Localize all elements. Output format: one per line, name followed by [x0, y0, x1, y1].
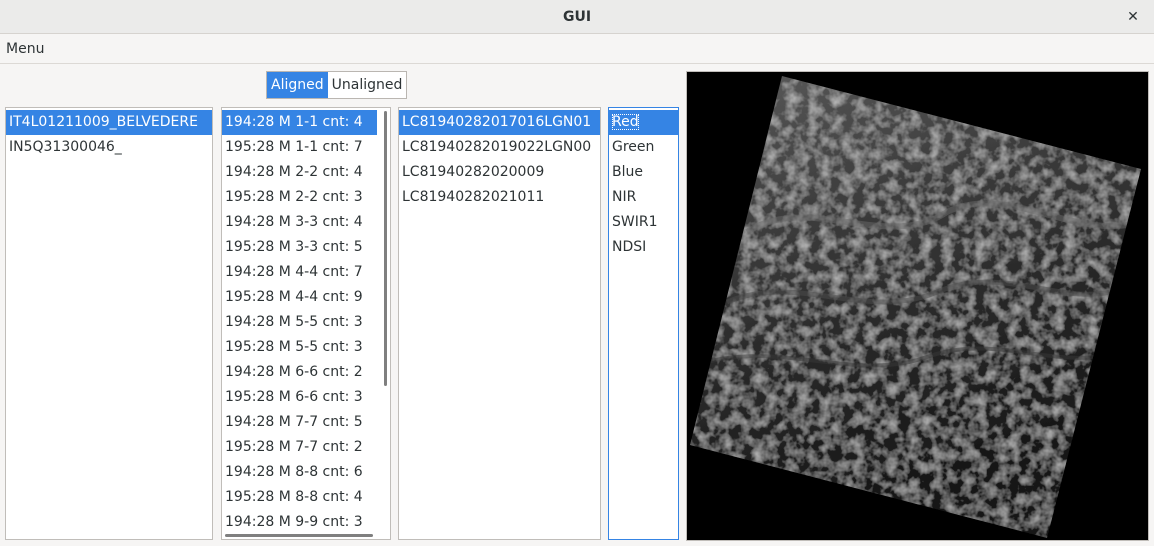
list-item[interactable]: 195:28 M 2-2 cnt: 3: [222, 185, 377, 210]
vertical-scrollbar[interactable]: [384, 111, 387, 386]
list-item-label: LC81940282020009: [402, 164, 545, 180]
list-item[interactable]: 194:28 M 4-4 cnt: 7: [222, 260, 377, 285]
list-item-label: LC81940282017016LGN01: [402, 114, 592, 130]
bands-list[interactable]: Red Green Blue NIR SWIR1 NDSI: [608, 107, 679, 540]
list-item[interactable]: IN5Q31300046_: [6, 135, 212, 160]
list-item[interactable]: 194:28 M 8-8 cnt: 6: [222, 460, 377, 485]
list-item[interactable]: 194:28 M 1-1 cnt: 4: [222, 110, 377, 135]
list-item-label: 195:28 M 6-6 cnt: 3: [225, 389, 363, 405]
scenes-list[interactable]: LC81940282017016LGN01 LC81940282019022LGN…: [398, 107, 601, 540]
list-item[interactable]: 194:28 M 6-6 cnt: 2: [222, 360, 377, 385]
list-item[interactable]: 194:28 M 9-9 cnt: 3: [222, 510, 377, 535]
paths-list[interactable]: 194:28 M 1-1 cnt: 4 195:28 M 1-1 cnt: 7 19…: [221, 107, 391, 540]
aligned-toggle-button[interactable]: Aligned: [267, 72, 328, 98]
image-preview: [686, 71, 1149, 541]
list-item[interactable]: 195:28 M 8-8 cnt: 4: [222, 485, 377, 510]
list-item[interactable]: LC81940282019022LGN00: [399, 135, 600, 160]
list-item-label: 195:28 M 7-7 cnt: 2: [225, 439, 363, 455]
list-item-label: 195:28 M 8-8 cnt: 4: [225, 489, 363, 505]
list-item-label: 195:28 M 3-3 cnt: 5: [225, 239, 363, 255]
sites-list[interactable]: IT4L01211009_BELVEDERE IN5Q31300046_: [5, 107, 213, 540]
list-item-label: 194:28 M 2-2 cnt: 4: [225, 164, 363, 180]
list-item[interactable]: SWIR1: [609, 210, 678, 235]
list-item[interactable]: LC81940282017016LGN01: [399, 110, 600, 135]
list-item-label: 194:28 M 7-7 cnt: 5: [225, 414, 363, 430]
list-item[interactable]: 195:28 M 3-3 cnt: 5: [222, 235, 377, 260]
list-item-label: 195:28 M 4-4 cnt: 9: [225, 289, 363, 305]
list-item[interactable]: Red: [609, 110, 678, 135]
list-item-label: IT4L01211009_BELVEDERE: [9, 114, 198, 130]
list-item[interactable]: 194:28 M 2-2 cnt: 4: [222, 160, 377, 185]
list-item-label: 194:28 M 9-9 cnt: 3: [225, 514, 363, 530]
menu-button[interactable]: Menu: [6, 41, 44, 57]
list-item[interactable]: NDSI: [609, 235, 678, 260]
list-item[interactable]: 194:28 M 7-7 cnt: 5: [222, 410, 377, 435]
list-item[interactable]: LC81940282021011: [399, 185, 600, 210]
list-item-label: 195:28 M 2-2 cnt: 3: [225, 189, 363, 205]
list-item[interactable]: LC81940282020009: [399, 160, 600, 185]
list-item-label: SWIR1: [612, 214, 658, 230]
list-item[interactable]: 194:28 M 3-3 cnt: 4: [222, 210, 377, 235]
list-item[interactable]: 194:28 M 5-5 cnt: 3: [222, 310, 377, 335]
list-item-label: LC81940282019022LGN00: [402, 139, 592, 155]
list-item-label: 194:28 M 1-1 cnt: 4: [225, 114, 363, 130]
list-item[interactable]: NIR: [609, 185, 678, 210]
list-item[interactable]: 195:28 M 7-7 cnt: 2: [222, 435, 377, 460]
close-icon[interactable]: ✕: [1122, 6, 1144, 28]
list-item[interactable]: IT4L01211009_BELVEDERE: [6, 110, 212, 135]
list-item[interactable]: 195:28 M 4-4 cnt: 9: [222, 285, 377, 310]
list-item-label: NDSI: [612, 239, 647, 255]
list-item-label: 194:28 M 6-6 cnt: 2: [225, 364, 363, 380]
list-item-label: LC81940282021011: [402, 189, 545, 205]
list-item-label: 194:28 M 5-5 cnt: 3: [225, 314, 363, 330]
satellite-image-icon: [690, 76, 1141, 538]
alignment-toggle: Aligned Unaligned: [266, 71, 408, 99]
list-item-label: 195:28 M 1-1 cnt: 7: [225, 139, 363, 155]
list-item-label: 194:28 M 3-3 cnt: 4: [225, 214, 363, 230]
list-item[interactable]: 195:28 M 1-1 cnt: 7: [222, 135, 377, 160]
list-item-label: Green: [612, 139, 655, 155]
list-item[interactable]: Green: [609, 135, 678, 160]
window-title: GUI: [562, 8, 592, 25]
list-item-label: 194:28 M 4-4 cnt: 7: [225, 264, 363, 280]
list-item-label: 194:28 M 8-8 cnt: 6: [225, 464, 363, 480]
list-item-label: IN5Q31300046_: [9, 139, 122, 155]
list-item-label: 195:28 M 5-5 cnt: 3: [225, 339, 363, 355]
list-item[interactable]: Blue: [609, 160, 678, 185]
list-item-label: NIR: [612, 189, 637, 205]
list-item[interactable]: 195:28 M 5-5 cnt: 3: [222, 335, 377, 360]
horizontal-scrollbar[interactable]: [225, 534, 373, 537]
list-item[interactable]: 195:28 M 6-6 cnt: 3: [222, 385, 377, 410]
menu-bar: Menu: [0, 35, 1154, 64]
unaligned-toggle-button[interactable]: Unaligned: [328, 72, 407, 98]
title-bar: GUI ✕: [0, 0, 1154, 34]
list-item-label: Red: [612, 114, 639, 130]
list-item-label: Blue: [612, 164, 643, 180]
